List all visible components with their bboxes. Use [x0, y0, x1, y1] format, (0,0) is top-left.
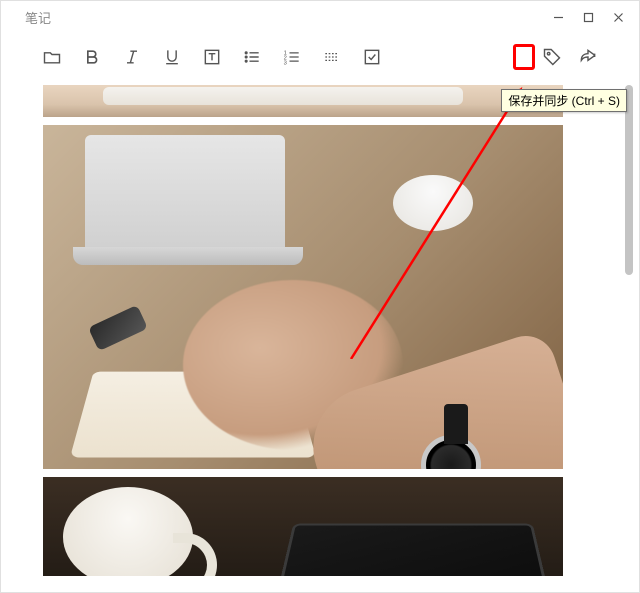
- italic-button[interactable]: [121, 46, 143, 68]
- svg-text:3: 3: [284, 61, 287, 67]
- image-block-3[interactable]: [43, 477, 563, 576]
- share-button[interactable]: [577, 46, 599, 68]
- laptop-illustration: [85, 135, 285, 255]
- scroll-thumb[interactable]: [625, 85, 633, 275]
- save-sync-tooltip: 保存并同步 (Ctrl + S): [501, 89, 627, 112]
- image-block-1[interactable]: [43, 85, 563, 117]
- bullet-list-button[interactable]: [241, 46, 263, 68]
- maximize-button[interactable]: [575, 4, 601, 30]
- window-controls: [545, 4, 631, 30]
- cup-illustration-2: [63, 487, 193, 576]
- checklist-button[interactable]: [361, 46, 383, 68]
- numbered-list-button[interactable]: 123: [281, 46, 303, 68]
- minimize-button[interactable]: [545, 4, 571, 30]
- scrollbar[interactable]: [625, 85, 633, 576]
- phone-illustration: [88, 305, 148, 351]
- bold-button[interactable]: [81, 46, 103, 68]
- save-sync-button[interactable]: [513, 44, 535, 70]
- folder-button[interactable]: [41, 46, 63, 68]
- tablet-illustration: [271, 524, 556, 576]
- toolbar-right: [521, 46, 599, 68]
- image-block-2[interactable]: [43, 125, 563, 469]
- cup-illustration: [393, 175, 473, 231]
- window-title: 笔记: [25, 8, 51, 27]
- note-content[interactable]: [43, 85, 623, 576]
- toolbar: 123: [1, 33, 639, 81]
- tag-button[interactable]: [541, 46, 563, 68]
- text-style-button[interactable]: [201, 46, 223, 68]
- close-button[interactable]: [605, 4, 631, 30]
- titlebar: 笔记: [1, 1, 639, 33]
- toolbar-left: 123: [41, 46, 383, 68]
- underline-button[interactable]: [161, 46, 183, 68]
- horizontal-rule-button[interactable]: [321, 46, 343, 68]
